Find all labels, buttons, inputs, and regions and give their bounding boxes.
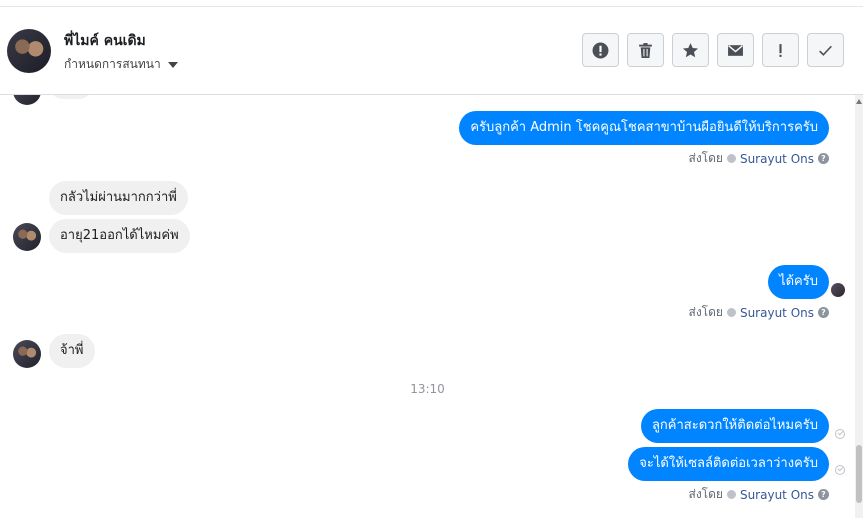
alert-icon [592, 42, 609, 58]
agent-name-link[interactable]: Surayut Ons [740, 488, 814, 502]
conversation-header: พี่ไมค์ คนเดิม กำหนดการสนทนา [0, 8, 863, 95]
contact-avatar-small [13, 340, 41, 368]
help-icon[interactable]: ? [818, 153, 829, 164]
sent-check-icon [835, 429, 845, 439]
envelope-icon [728, 44, 743, 56]
message-bubble-outgoing[interactable]: ครับลูกค้า Admin โชคคูณโชคสาขาบ้านผือยิน… [459, 111, 829, 145]
check-icon [819, 45, 832, 56]
agent-name-link[interactable]: Surayut Ons [740, 306, 814, 320]
scrollbar-thumb[interactable] [856, 445, 862, 503]
status-dot-icon [726, 490, 736, 499]
sent-by-line: ส่งโดย Surayut Ons ? [689, 149, 829, 168]
mark-unread-button[interactable] [717, 33, 754, 67]
sent-check-icon [835, 465, 845, 475]
message-bubble-outgoing[interactable]: ได้ครับ [768, 265, 829, 299]
message-timestamp: 13:10 [410, 382, 445, 396]
message-bubble-clipped [49, 95, 93, 99]
sent-by-line: ส่งโดย Surayut Ons ? [689, 485, 829, 504]
contact-avatar[interactable] [7, 29, 51, 73]
agent-name-link[interactable]: Surayut Ons [740, 152, 814, 166]
contact-avatar-small [13, 95, 41, 105]
alert-button[interactable] [582, 33, 619, 67]
action-toolbar [582, 33, 844, 67]
trash-icon [639, 42, 652, 58]
status-dot-icon [726, 154, 736, 163]
conversation-menu-label: กำหนดการสนทนา [64, 57, 161, 71]
message-bubble-outgoing[interactable]: จะได้ให้เซลล์ติดต่อเวลาว่างครับ [628, 447, 829, 481]
sent-by-line: ส่งโดย Surayut Ons ? [689, 303, 829, 322]
contact-avatar-small [13, 223, 41, 251]
message-bubble-outgoing[interactable]: ลูกค้าสะดวกให้ติดต่อไหมครับ [640, 409, 829, 443]
status-dot-icon [726, 308, 736, 317]
spam-button[interactable] [762, 33, 799, 67]
contact-name[interactable]: พี่ไมค์ คนเดิม [64, 30, 146, 52]
star-icon [682, 42, 699, 57]
top-divider [0, 0, 863, 7]
message-bubble-incoming[interactable]: อายุ21ออกได้ไหมค่พ [49, 219, 190, 253]
exclamation-icon [779, 43, 782, 57]
help-icon[interactable]: ? [818, 307, 829, 318]
help-icon[interactable]: ? [818, 489, 829, 500]
message-bubble-incoming[interactable]: กลัวไม่ผ่านมากกว่าพี่ [49, 181, 188, 215]
scroll-up-arrow-icon[interactable] [856, 99, 862, 104]
delete-button[interactable] [627, 33, 664, 67]
message-thread[interactable]: ครับลูกค้า Admin โชคคูณโชคสาขาบ้านผือยิน… [0, 95, 855, 518]
caret-down-icon [167, 61, 178, 68]
conversation-menu-dropdown[interactable]: กำหนดการสนทนา [64, 55, 178, 74]
star-button[interactable] [672, 33, 709, 67]
read-receipt-avatar [831, 283, 845, 297]
mark-done-button[interactable] [807, 33, 844, 67]
message-bubble-incoming[interactable]: จ้าพี่ [49, 334, 95, 368]
